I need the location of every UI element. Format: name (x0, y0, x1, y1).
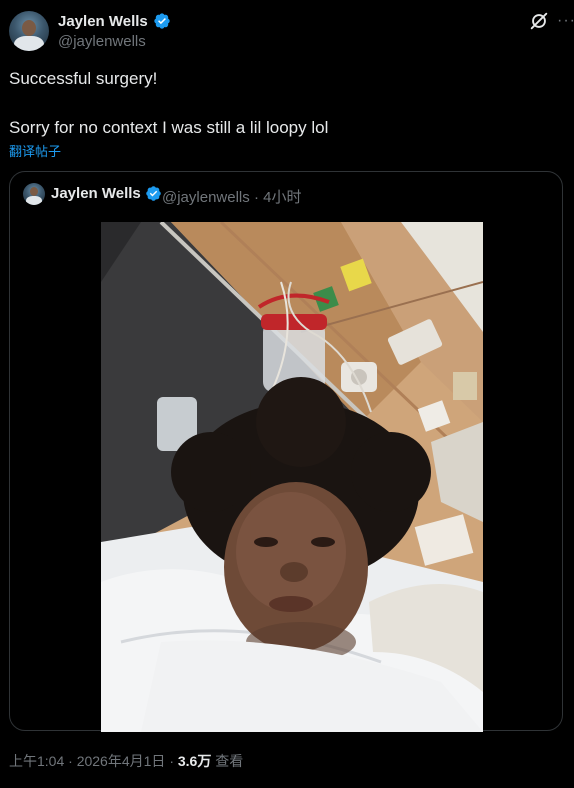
author-avatar[interactable] (9, 11, 49, 51)
footer-separator: · (68, 753, 73, 769)
views-count: 3.6万 (177, 753, 212, 769)
quoted-author-name-row: Jaylen Wells (51, 185, 162, 202)
author-name-row[interactable]: Jaylen Wells (58, 12, 171, 30)
post-time[interactable]: 上午1:04 (9, 753, 64, 769)
tweet-detail: Jaylen Wells @jaylenwells ··· Successful… (0, 0, 574, 788)
quoted-meta: @jaylenwells · 4小时 (162, 186, 301, 207)
author-handle[interactable]: @jaylenwells (58, 33, 146, 50)
meta-separator: · (253, 189, 259, 206)
quoted-author-handle: @jaylenwells (162, 189, 250, 206)
views-label: 查看 (215, 753, 244, 769)
verified-badge-icon (154, 13, 170, 29)
grok-icon[interactable] (528, 10, 550, 32)
tweet-footer: 上午1:04 · 2026年4月1日 · 3.6万 查看 (9, 751, 243, 771)
quoted-author-name: Jaylen Wells (51, 185, 141, 202)
quoted-author-avatar[interactable] (23, 183, 45, 205)
quoted-time-ago: 4小时 (263, 189, 302, 206)
hospital-selfie-image (101, 222, 483, 732)
more-icon[interactable]: ··· (557, 12, 574, 30)
quoted-tweet-card[interactable]: Jaylen Wells @jaylenwells · 4小时 (9, 171, 563, 732)
tweet-text-line-2: Sorry for no context I was still a lil l… (9, 118, 329, 137)
tweet-text-line-1: Successful surgery! (9, 69, 158, 88)
post-date[interactable]: 2026年4月1日 (77, 753, 166, 769)
author-name[interactable]: Jaylen Wells (58, 13, 148, 30)
quoted-photo[interactable] (101, 222, 483, 732)
translate-post-link[interactable]: 翻译帖子 (9, 141, 61, 160)
footer-separator: · (169, 753, 174, 769)
verified-badge-icon (146, 186, 161, 201)
